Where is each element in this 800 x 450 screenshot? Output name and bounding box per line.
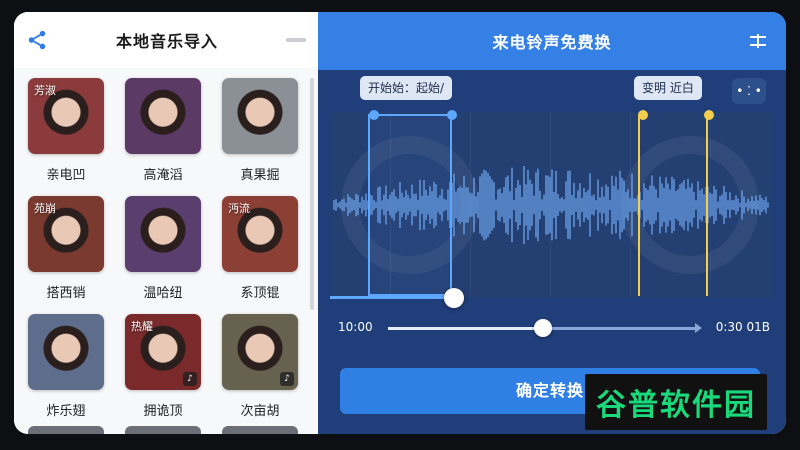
- local-music-panel: 本地音乐导入 芳淑 亲电凹 高淹滔 真果掘 苑崩 搭西销 温哈纽 沔流 系顶锟 炸乐翅 热耀 ♪ 拥诡顶…: [14, 12, 318, 434]
- watermark-logo: 谷普软件园: [585, 374, 767, 430]
- music-grid: 芳淑 亲电凹 高淹滔 真果掘 苑崩 搭西销 温哈纽 沔流 系顶锟 炸乐翅 热耀 ♪ 拥诡顶 ♪ 次亩胡: [28, 78, 308, 432]
- scrollbar[interactable]: [310, 78, 314, 310]
- collapse-handle-icon[interactable]: [286, 38, 306, 42]
- start-marker-label[interactable]: 开始始：起始/: [360, 76, 453, 100]
- music-card[interactable]: ♪ 次亩胡: [222, 314, 298, 432]
- album-thumbnail[interactable]: 热耀 ♪: [125, 314, 201, 390]
- left-panel-title: 本地音乐导入: [115, 32, 218, 51]
- music-note-icon: ♪: [183, 372, 197, 386]
- music-note-icon: ♪: [280, 372, 294, 386]
- start-handle-left[interactable]: [369, 110, 379, 120]
- next-row-peek: [28, 426, 308, 434]
- card-label: 温哈纽: [143, 286, 183, 301]
- right-header: 来电铃声免费换: [318, 12, 786, 70]
- music-card[interactable]: 高淹滔: [125, 78, 201, 196]
- music-card[interactable]: 芳淑亲电凹: [28, 78, 104, 196]
- card-label: 亲电凹: [46, 168, 86, 183]
- card-label: 系顶锟: [240, 286, 280, 301]
- editor-title: 来电铃声免费换: [492, 33, 612, 52]
- app-window: 本地音乐导入 芳淑 亲电凹 高淹滔 真果掘 苑崩 搭西销 温哈纽 沔流 系顶锟 炸乐翅 热耀 ♪ 拥诡顶…: [14, 12, 786, 434]
- album-thumbnail[interactable]: [125, 78, 201, 154]
- card-label: 拥诡顶: [143, 404, 183, 419]
- card-label: 搭西销: [46, 286, 86, 301]
- music-card[interactable]: 炸乐翅: [28, 314, 104, 432]
- waveform-area[interactable]: [330, 112, 774, 298]
- card-label: 高淹滔: [143, 168, 183, 183]
- left-header: 本地音乐导入: [14, 12, 318, 68]
- music-card[interactable]: 沔流系顶锟: [222, 196, 298, 314]
- settings-sliders-icon[interactable]: [748, 32, 768, 50]
- album-thumbnail[interactable]: [28, 314, 104, 390]
- end-handle-right[interactable]: [704, 110, 714, 120]
- time-start: 10:00: [338, 320, 373, 334]
- music-card[interactable]: 苑崩搭西销: [28, 196, 104, 314]
- card-label: 炸乐翅: [46, 404, 86, 419]
- playback-bar: 10:00 0:30 01B: [338, 316, 770, 340]
- thumbnail-tag: 芳淑: [34, 84, 56, 97]
- end-handle-left[interactable]: [638, 110, 648, 120]
- progress-fill: [388, 327, 542, 330]
- ringtone-editor-panel: 来电铃声免费换 开始始：起始/ 变明 近白 • ⁚ • 10:00 0:30 0…: [318, 12, 786, 434]
- album-thumbnail[interactable]: 芳淑: [28, 78, 104, 154]
- music-card[interactable]: 热耀 ♪ 拥诡顶: [125, 314, 201, 432]
- card-label: 真果掘: [240, 168, 280, 183]
- arrow-right-icon: [695, 323, 702, 333]
- time-end: 0:30 01B: [715, 320, 770, 334]
- music-card[interactable]: 真果掘: [222, 78, 298, 196]
- thumbnail-tag: 沔流: [228, 202, 250, 215]
- album-thumbnail[interactable]: 沔流: [222, 196, 298, 272]
- album-thumbnail[interactable]: [125, 196, 201, 272]
- progress-knob[interactable]: [534, 319, 552, 337]
- share-icon[interactable]: [26, 29, 48, 51]
- selection-drag-handle[interactable]: [444, 288, 464, 308]
- watermark-text: 谷普软件园: [596, 388, 756, 423]
- selection-track: [330, 296, 448, 299]
- marker-options-button[interactable]: • ⁚ •: [732, 78, 766, 104]
- start-handle-right[interactable]: [447, 110, 457, 120]
- album-thumbnail[interactable]: [222, 78, 298, 154]
- selection-region[interactable]: [368, 114, 452, 296]
- album-thumbnail[interactable]: ♪: [222, 314, 298, 390]
- music-card[interactable]: 温哈纽: [125, 196, 201, 314]
- thumbnail-tag: 苑崩: [34, 202, 56, 215]
- end-marker-label[interactable]: 变明 近白: [634, 76, 702, 100]
- end-region[interactable]: [638, 114, 708, 296]
- thumbnail-tag: 热耀: [131, 320, 153, 333]
- album-thumbnail[interactable]: 苑崩: [28, 196, 104, 272]
- card-label: 次亩胡: [240, 404, 280, 419]
